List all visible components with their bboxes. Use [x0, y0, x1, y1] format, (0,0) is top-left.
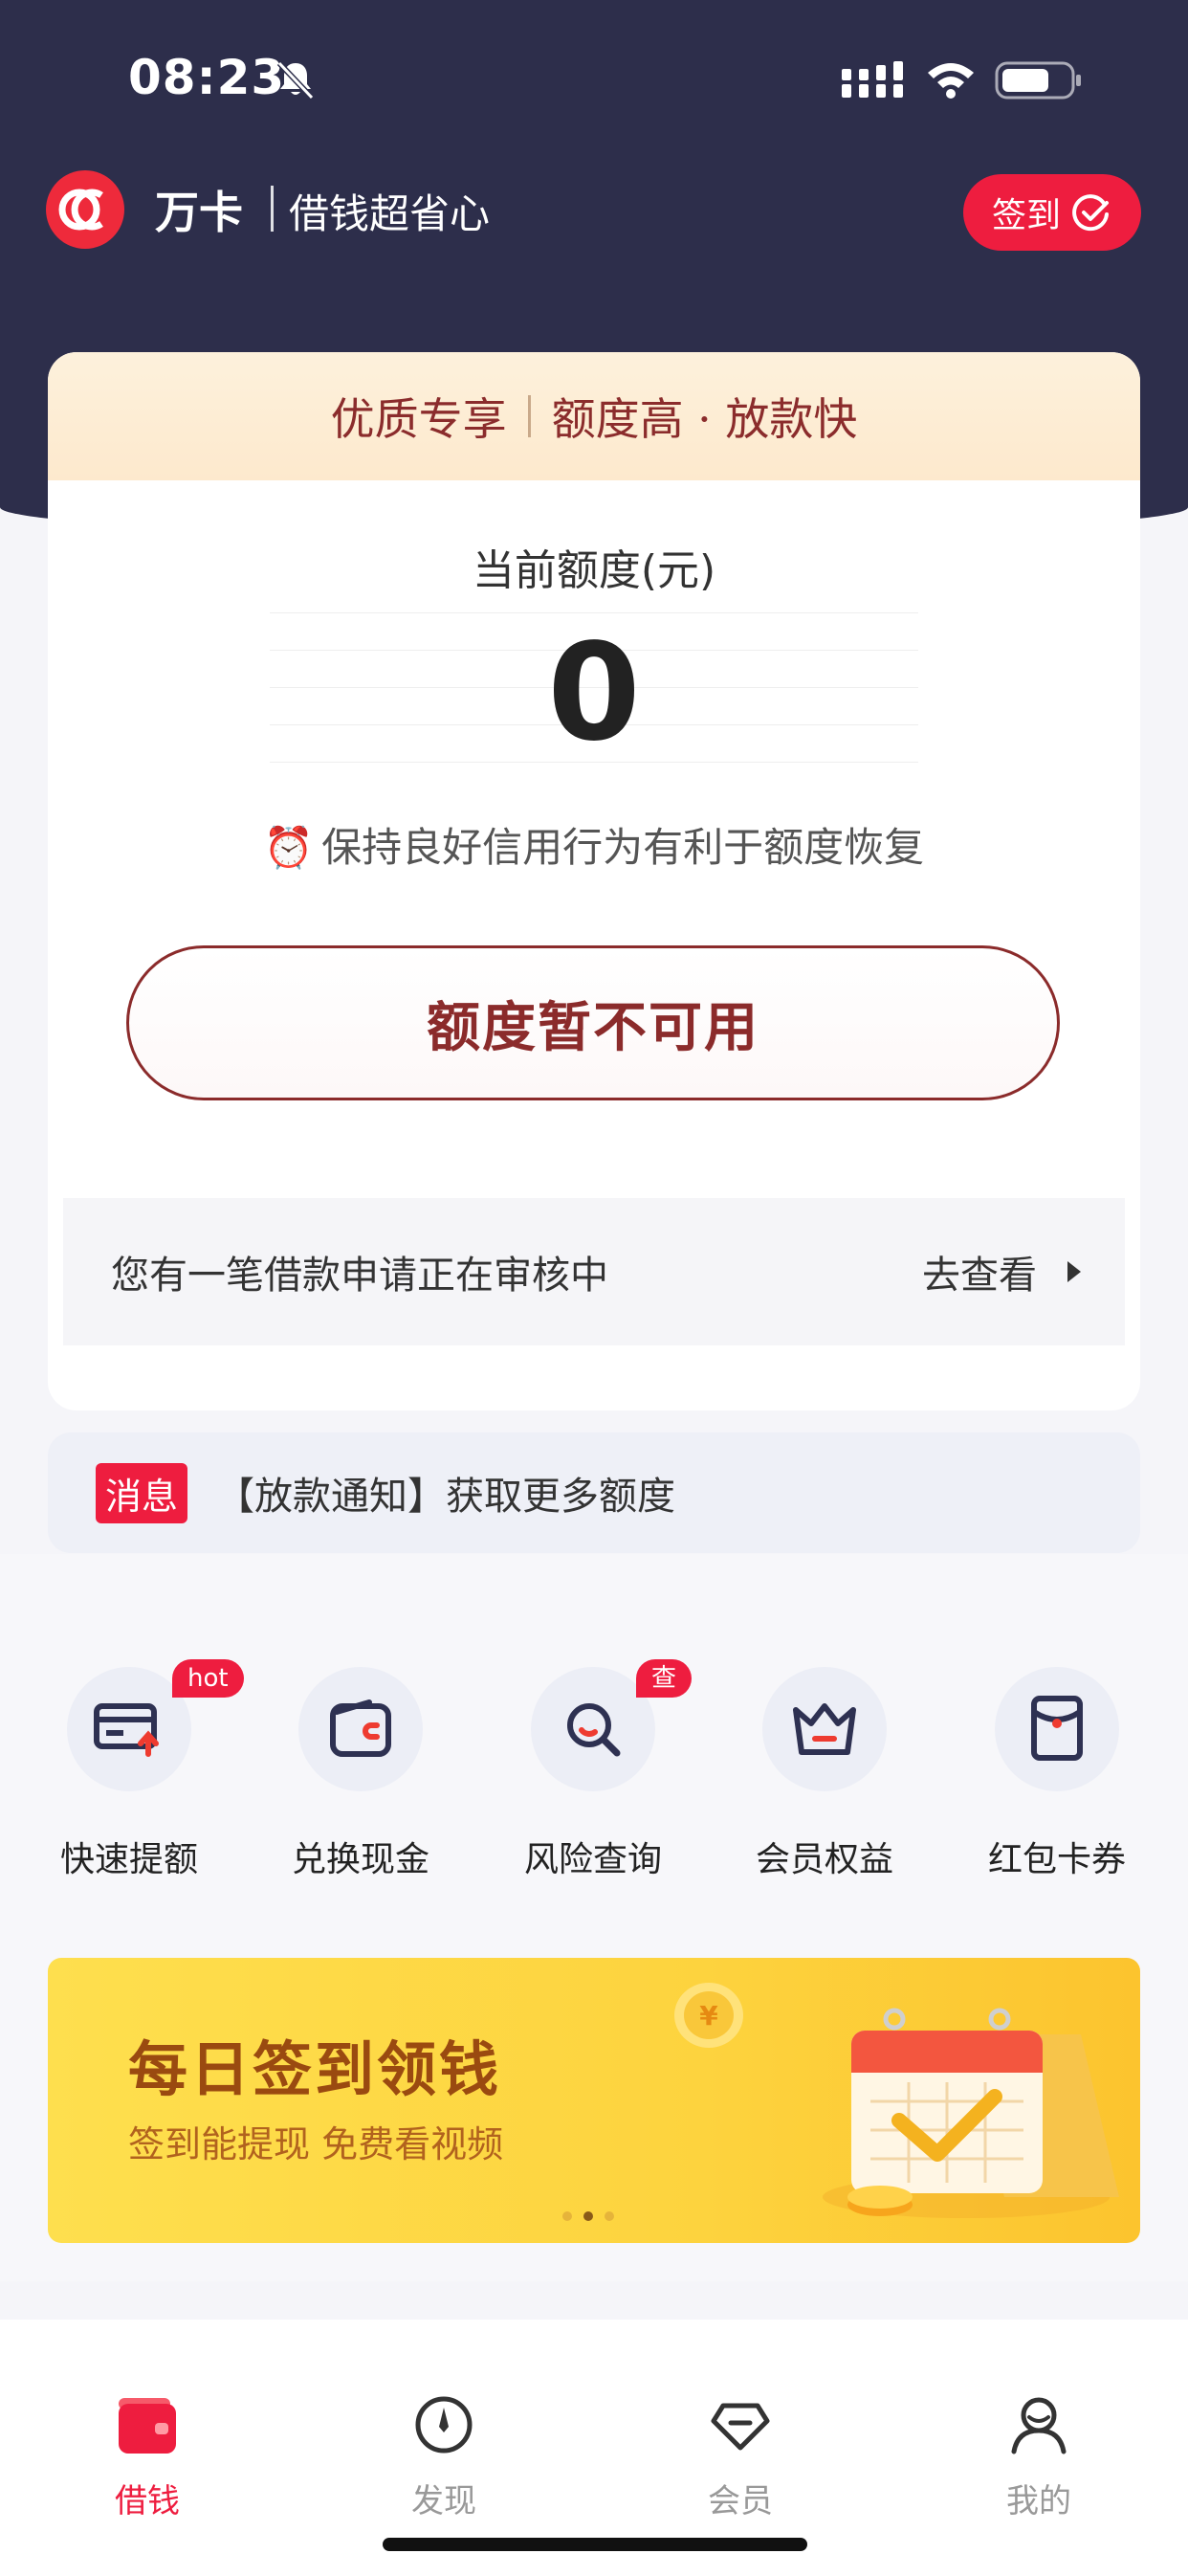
carousel-dot [562, 2211, 572, 2221]
promo-subtitle: 签到能提现 免费看视频 [128, 2123, 504, 2165]
quick-action-label: 兑换现金 [291, 1840, 429, 1879]
signin-button[interactable]: 签到 [963, 174, 1141, 251]
tab-member[interactable]: 会员 [645, 2394, 836, 2528]
signin-label: 签到 [991, 196, 1061, 235]
banner-left-text: 优质专享 [330, 393, 507, 445]
coin-icon: ¥ [674, 1983, 743, 2048]
quick-action-raise-quota[interactable]: hot 快速提额 [33, 1659, 244, 1906]
hot-tag: hot [172, 1659, 244, 1698]
home-indicator [383, 2538, 807, 2551]
wanka-logo [46, 170, 124, 249]
user-icon [1011, 2397, 1067, 2454]
carousel-dot-active [583, 2211, 593, 2221]
credit-tip-text: 保持良好信用行为有利于额度恢复 [321, 824, 925, 871]
wifi-icon [928, 63, 974, 99]
card-banner: 优质专享 额度高 · 放款快 [48, 352, 1140, 480]
compass-icon [415, 2396, 473, 2454]
review-text: 您有一笔借款申请正在审核中 [111, 1254, 608, 1298]
loan-review-row[interactable]: 您有一笔借款申请正在审核中 去查看 [63, 1198, 1125, 1345]
quick-actions-grid: hot 快速提额 兑换现金 查 风险查询 会员权益 红包卡券 [0, 1659, 1188, 1906]
quick-action-label: 快速提额 [59, 1840, 198, 1879]
quick-action-red-envelope[interactable]: 红包卡券 [961, 1667, 1153, 1906]
carousel-dot [605, 2211, 614, 2221]
tab-mine[interactable]: 我的 [943, 2394, 1134, 2528]
message-text: 【放款通知】获取更多额度 [216, 1475, 676, 1519]
tab-label: 会员 [708, 2482, 773, 2520]
quick-action-label: 会员权益 [755, 1840, 893, 1879]
banner-right-text: 额度高 · 放款快 [551, 393, 858, 445]
cellular-signal-icon [842, 61, 903, 98]
daily-signin-promo-banner[interactable]: 每日签到领钱 签到能提现 免费看视频 ¥ [48, 1958, 1140, 2243]
quick-action-exchange-cash[interactable]: 兑换现金 [265, 1667, 456, 1906]
tab-label: 发现 [411, 2482, 476, 2520]
app-header: 万卡 借钱超省心 签到 [0, 163, 1188, 278]
status-bar: 08:23 [0, 0, 1188, 163]
wallet-icon [298, 1667, 423, 1791]
calendar-check-icon [823, 2008, 1119, 2218]
quick-action-label: 风险查询 [523, 1840, 662, 1879]
chevron-right-icon [1067, 1261, 1081, 1282]
diamond-icon [711, 2403, 770, 2451]
bell-muted-icon [276, 60, 315, 100]
message-badge: 消息 [96, 1462, 188, 1523]
check-circle-icon [1072, 194, 1109, 232]
brand-divider [271, 186, 274, 232]
svg-text:¥: ¥ [699, 2000, 718, 2032]
quick-action-label: 红包卡券 [987, 1840, 1126, 1879]
banner-divider [527, 395, 531, 437]
wallet-icon [119, 2398, 176, 2454]
tab-discover[interactable]: 发现 [348, 2394, 539, 2528]
review-link[interactable]: 去查看 [922, 1244, 1037, 1299]
message-bar[interactable]: 消息 【放款通知】获取更多额度 [48, 1432, 1140, 1553]
tab-label: 我的 [1006, 2482, 1071, 2520]
quota-label: 当前额度(元) [472, 546, 716, 595]
quota-unavailable-button[interactable]: 额度暂不可用 [126, 945, 1060, 1100]
battery-icon [995, 61, 1081, 100]
promo-title: 每日签到领钱 [128, 2034, 502, 2104]
tab-borrow[interactable]: 借钱 [52, 2394, 243, 2528]
quota-value: 0 [547, 615, 641, 771]
credit-tip: ⏰ 保持良好信用行为有利于额度恢复 [48, 815, 1140, 874]
brand-slogan: 借钱超省心 [289, 190, 491, 237]
tab-label: 借钱 [115, 2482, 180, 2520]
red-envelope-icon [995, 1667, 1119, 1791]
quota-card: 优质专享 额度高 · 放款快 当前额度(元) 0 ⏰ 保持良好信用行为有利于额度恢… [48, 352, 1140, 1410]
carousel-indicator [562, 2207, 639, 2221]
status-time: 08:23 [128, 50, 286, 105]
alarm-clock-icon: ⏰ [263, 824, 315, 871]
query-tag: 查 [636, 1659, 693, 1698]
quick-action-risk-query[interactable]: 查 风险查询 [497, 1659, 693, 1906]
quick-action-member-benefits[interactable]: 会员权益 [729, 1667, 920, 1906]
crown-icon [762, 1667, 887, 1791]
brand-name: 万卡 [155, 187, 243, 238]
